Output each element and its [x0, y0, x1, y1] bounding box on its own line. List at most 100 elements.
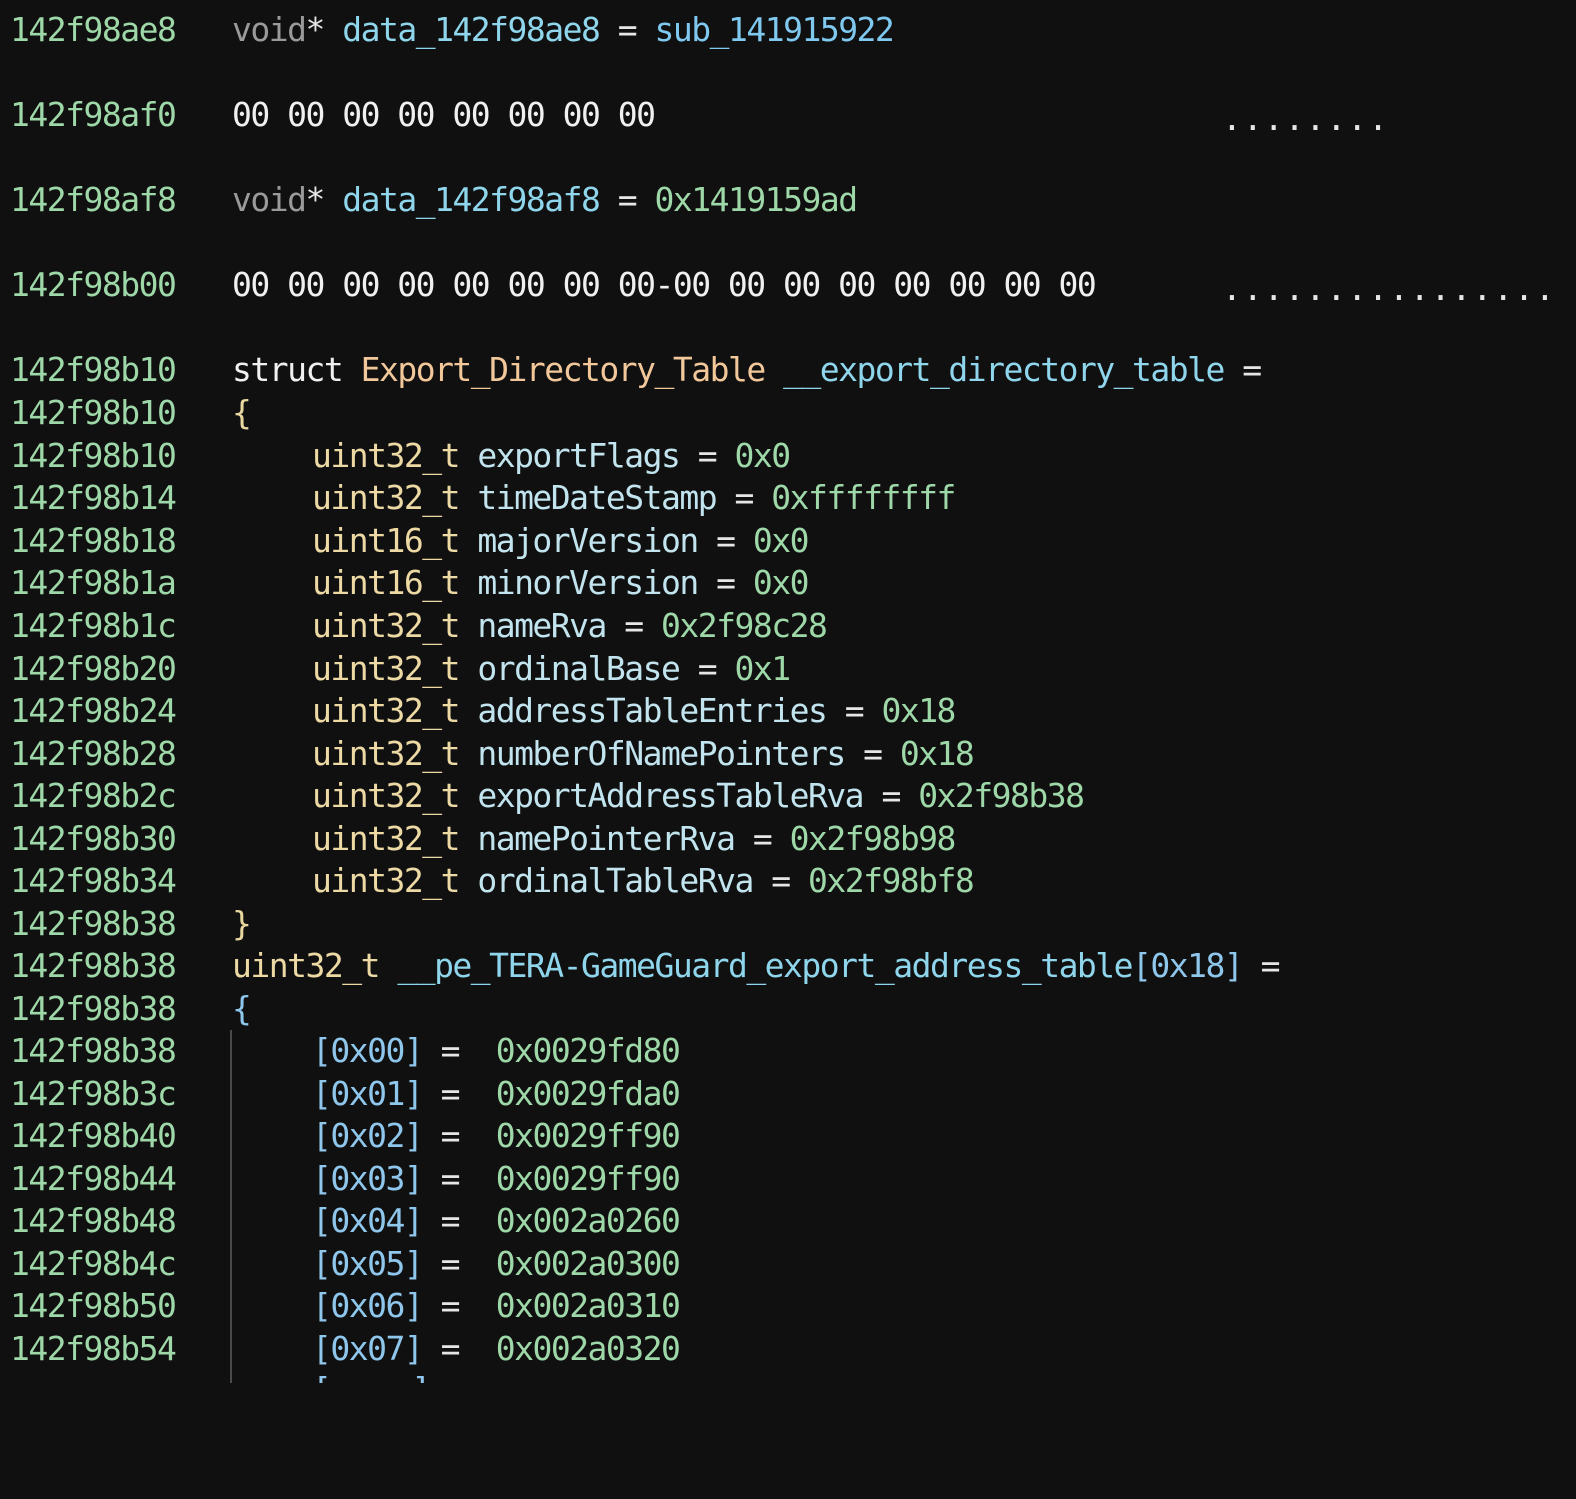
address[interactable]: 142f98b30: [10, 818, 200, 861]
entry-value[interactable]: 0x002a0260: [496, 1201, 681, 1240]
address[interactable]: 142f98b1c: [10, 605, 200, 648]
struct-field-line[interactable]: 142f98b14 uint32_t timeDateStamp = 0xfff…: [0, 477, 1576, 520]
field-type[interactable]: uint32_t: [312, 819, 460, 858]
address[interactable]: 142f98b38: [10, 1030, 200, 1073]
type-keyword: void: [232, 10, 307, 49]
variable-name[interactable]: data_142f98ae8: [342, 10, 601, 49]
field-name[interactable]: numberOfNamePointers: [477, 734, 846, 773]
struct-field-line[interactable]: 142f98b2c uint32_t exportAddressTableRva…: [0, 775, 1576, 818]
struct-field-line[interactable]: 142f98b30 uint32_t namePointerRva = 0x2f…: [0, 818, 1576, 861]
hex-bytes-line[interactable]: 142f98af0 00 00 00 00 00 00 00 00 ......…: [0, 94, 1576, 138]
array-entry-line[interactable]: 142f98b48 [0x04] = 0x002a0260: [0, 1200, 1576, 1243]
data-var-line[interactable]: 142f98ae8 void* data_142f98ae8 = sub_141…: [0, 9, 1576, 52]
field-type[interactable]: uint32_t: [312, 436, 460, 475]
struct-field-line[interactable]: 142f98b34 uint32_t ordinalTableRva = 0x2…: [0, 860, 1576, 903]
address[interactable]: 142f98af8: [10, 179, 200, 222]
address[interactable]: 142f98ae8: [10, 9, 200, 52]
equals-sign: =: [440, 1244, 461, 1283]
field-type[interactable]: uint16_t: [312, 563, 460, 602]
entry-value[interactable]: 0x0029fda0: [496, 1074, 681, 1113]
equals-sign: =: [752, 819, 773, 858]
entry-value[interactable]: 0x002a0320: [496, 1329, 681, 1368]
array-entry-line[interactable]: 142f98b44 [0x03] = 0x0029ff90: [0, 1158, 1576, 1201]
field-type[interactable]: uint32_t: [312, 734, 460, 773]
array-entry-line[interactable]: 142f98b4c [0x05] = 0x002a0300: [0, 1243, 1576, 1286]
struct-field-line[interactable]: 142f98b20 uint32_t ordinalBase = 0x1: [0, 648, 1576, 691]
field-type[interactable]: uint16_t: [312, 521, 460, 560]
field-name[interactable]: timeDateStamp: [477, 478, 717, 517]
field-name[interactable]: ordinalTableRva: [477, 861, 754, 900]
variable-name[interactable]: __pe_TERA-GameGuard_export_address_table: [397, 946, 1133, 985]
array-entry-line[interactable]: 142f98b40 [0x02] = 0x0029ff90: [0, 1115, 1576, 1158]
variable-name[interactable]: data_142f98af8: [342, 180, 601, 219]
field-name[interactable]: minorVersion: [477, 563, 699, 602]
array-element-type[interactable]: uint32_t: [232, 946, 380, 985]
array-declaration-line[interactable]: 142f98b38 uint32_t __pe_TERA-GameGuard_e…: [0, 945, 1576, 988]
field-name[interactable]: addressTableEntries: [477, 691, 828, 730]
field-type[interactable]: uint32_t: [312, 691, 460, 730]
address[interactable]: 142f98b00: [10, 264, 200, 307]
address[interactable]: 142f98b40: [10, 1115, 200, 1158]
address[interactable]: 142f98b34: [10, 860, 200, 903]
address[interactable]: 142f98b18: [10, 520, 200, 563]
array-entry-line[interactable]: 142f98b38 [0x00] = 0x0029fd80: [0, 1030, 1576, 1073]
hex-bytes-line[interactable]: 142f98b00 00 00 00 00 00 00 00 00-00 00 …: [0, 264, 1576, 308]
struct-field-line[interactable]: 142f98b18 uint16_t majorVersion = 0x0: [0, 520, 1576, 563]
address[interactable]: 142f98b14: [10, 477, 200, 520]
entry-value[interactable]: 0x002a0300: [496, 1244, 681, 1283]
field-name[interactable]: majorVersion: [477, 521, 699, 560]
entry-value[interactable]: 0x002a0310: [496, 1286, 681, 1325]
struct-field-line[interactable]: 142f98b10 uint32_t exportFlags = 0x0: [0, 435, 1576, 478]
address[interactable]: 142f98af0: [10, 94, 200, 137]
address[interactable]: 142f98b10: [10, 349, 200, 392]
array-entry-line[interactable]: 142f98b3c [0x01] = 0x0029fda0: [0, 1073, 1576, 1116]
equals-sign: =: [440, 1031, 461, 1070]
address[interactable]: 142f98b44: [10, 1158, 200, 1201]
field-name[interactable]: namePointerRva: [477, 819, 736, 858]
hex-bytes: 00 00 00 00 00 00 00 00-00 00 00 00 00 0…: [232, 265, 1097, 304]
address[interactable]: 142f98b24: [10, 690, 200, 733]
address[interactable]: 142f98b28: [10, 733, 200, 776]
field-name[interactable]: ordinalBase: [477, 649, 681, 688]
struct-field-line[interactable]: 142f98b28 uint32_t numberOfNamePointers …: [0, 733, 1576, 776]
address[interactable]: 142f98b48: [10, 1200, 200, 1243]
struct-field-line[interactable]: 142f98b1c uint32_t nameRva = 0x2f98c28: [0, 605, 1576, 648]
field-name[interactable]: exportFlags: [477, 436, 681, 475]
array-entry-line[interactable]: 142f98b54 [0x07] = 0x002a0320: [0, 1328, 1576, 1371]
brace-line[interactable]: 142f98b38 }: [0, 903, 1576, 946]
pointer-value[interactable]: 0x1419159ad: [655, 180, 859, 219]
struct-declaration-line[interactable]: 142f98b10 struct Export_Directory_Table …: [0, 349, 1576, 392]
struct-field-line[interactable]: 142f98b1a uint16_t minorVersion = 0x0: [0, 562, 1576, 605]
address[interactable]: 142f98b10: [10, 435, 200, 478]
array-entry-line[interactable]: 142f98b50 [0x06] = 0x002a0310: [0, 1285, 1576, 1328]
field-type[interactable]: uint32_t: [312, 861, 460, 900]
struct-field-line[interactable]: 142f98b24 uint32_t addressTableEntries =…: [0, 690, 1576, 733]
address[interactable]: 142f98b54: [10, 1328, 200, 1371]
function-reference[interactable]: sub_141915922: [655, 10, 895, 49]
address[interactable]: 142f98b2c: [10, 775, 200, 818]
struct-type-name[interactable]: Export_Directory_Table: [361, 350, 767, 389]
data-var-line[interactable]: 142f98af8 void* data_142f98af8 = 0x14191…: [0, 179, 1576, 222]
address[interactable]: 142f98b38: [10, 903, 200, 946]
brace-line[interactable]: 142f98b10 {: [0, 392, 1576, 435]
brace-line[interactable]: 142f98b38 {: [0, 988, 1576, 1031]
address[interactable]: 142f98b1a: [10, 562, 200, 605]
entry-value[interactable]: 0x0029ff90: [496, 1159, 681, 1198]
field-type[interactable]: uint32_t: [312, 478, 460, 517]
address[interactable]: 142f98b3c: [10, 1073, 200, 1116]
entry-value[interactable]: 0x0029ff90: [496, 1116, 681, 1155]
address[interactable]: 142f98b38: [10, 988, 200, 1031]
field-type[interactable]: uint32_t: [312, 606, 460, 645]
entry-value[interactable]: 0x0029fd80: [496, 1031, 681, 1070]
field-name[interactable]: nameRva: [477, 606, 607, 645]
address[interactable]: 142f98b50: [10, 1285, 200, 1328]
field-name[interactable]: exportAddressTableRva: [477, 776, 864, 815]
field-type[interactable]: uint32_t: [312, 776, 460, 815]
variable-name[interactable]: __export_directory_table: [783, 350, 1225, 389]
disassembly-linear-view[interactable]: 142f98ae8 void* data_142f98ae8 = sub_141…: [0, 0, 1576, 1383]
field-type[interactable]: uint32_t: [312, 649, 460, 688]
address[interactable]: 142f98b20: [10, 648, 200, 691]
address[interactable]: 142f98b10: [10, 392, 200, 435]
address[interactable]: 142f98b4c: [10, 1243, 200, 1286]
address[interactable]: 142f98b38: [10, 945, 200, 988]
